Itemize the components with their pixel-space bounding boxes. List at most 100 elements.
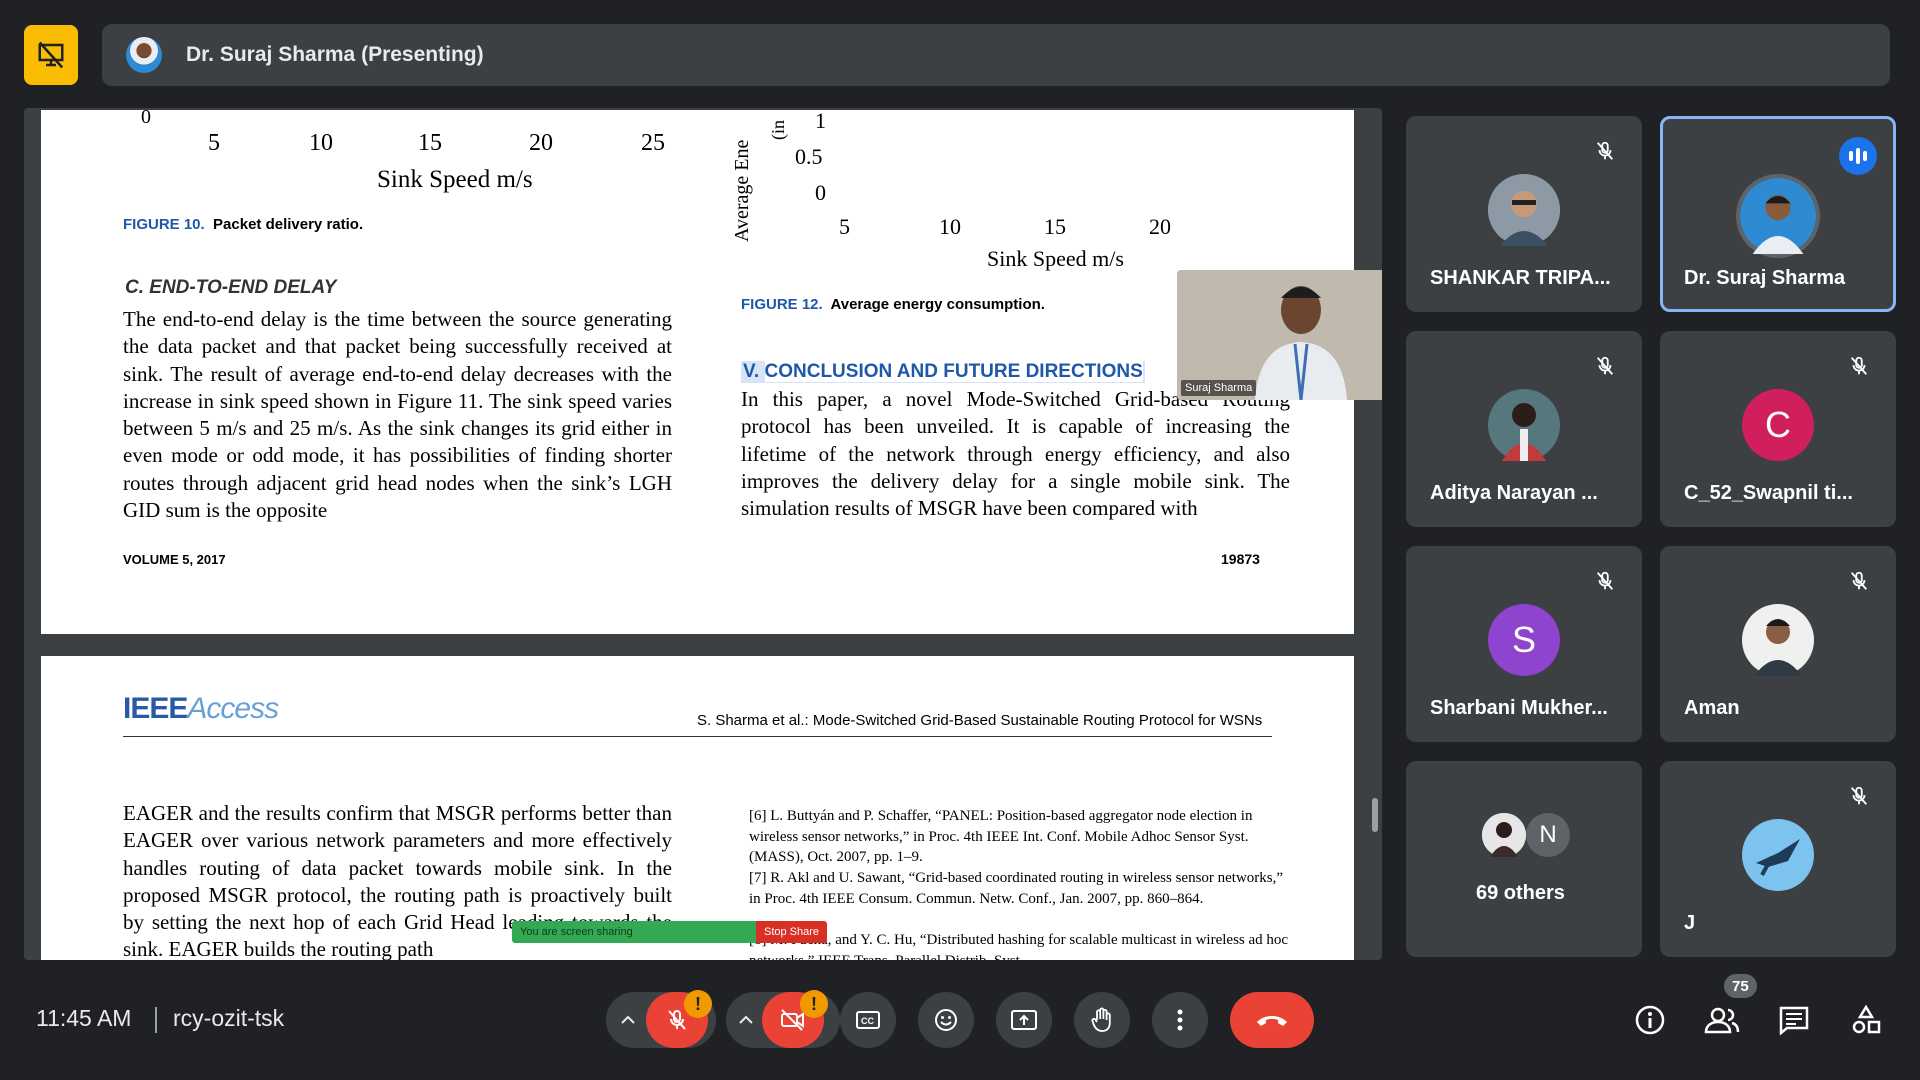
mic-off-icon	[1592, 353, 1618, 379]
meeting-code: rcy-ozit-tsk	[173, 1005, 285, 1031]
section-v-body: In this paper, a novel Mode-Switched Gri…	[741, 387, 1290, 521]
info-icon[interactable]	[1632, 1002, 1668, 1038]
figure-10-caption: FIGURE 10. Packet delivery ratio.	[123, 216, 364, 233]
captions-button[interactable]: CC	[840, 992, 896, 1048]
presenter-banner: Dr. Suraj Sharma (Presenting)	[102, 24, 1890, 86]
hand-icon	[1091, 1007, 1111, 1032]
avatar	[1736, 174, 1820, 258]
participant-tile[interactable]: S Sharbani Mukher...	[1406, 546, 1642, 742]
section-c-body: The end-to-end delay is the time between…	[123, 307, 672, 523]
emoji-button[interactable]	[918, 992, 974, 1048]
end-call-button[interactable]	[1230, 992, 1314, 1048]
right-xtick-20: 20	[1149, 214, 1171, 239]
right-axis-ylabel: Average Ene	[731, 139, 753, 242]
left-axis-label: Sink Speed m/s	[377, 166, 533, 193]
meeting-time: 11:45 AM	[36, 1005, 132, 1031]
volume-label: VOLUME 5, 2017	[123, 552, 226, 567]
right-ytick-05: 0.5	[795, 144, 823, 169]
journal-logo: IEEEAccess	[123, 692, 279, 725]
avatar	[1488, 389, 1560, 461]
participant-tile[interactable]: J	[1660, 761, 1896, 957]
camera-warning-badge: !	[800, 990, 828, 1018]
participant-name: Aditya Narayan ...	[1430, 482, 1598, 504]
participant-name: Aman	[1684, 697, 1740, 719]
right-axis-unit: (in	[768, 120, 788, 140]
people-count-badge: 75	[1724, 974, 1757, 998]
mic-off-icon	[1592, 568, 1618, 594]
right-xtick-5: 5	[839, 214, 850, 239]
reference-8: [8] M. Pucha, and Y. C. Hu, “Distributed…	[749, 932, 1289, 960]
speaking-indicator-icon	[1839, 137, 1877, 175]
raise-hand-button[interactable]	[1074, 992, 1130, 1048]
more-vert-icon	[1177, 1009, 1183, 1031]
presenter-self-view: Suraj Sharma	[1177, 270, 1382, 400]
right-xtick-10: 10	[939, 214, 961, 239]
right-ytick-0: 0	[815, 180, 826, 205]
call-end-icon	[1257, 1016, 1287, 1026]
header-rule	[123, 736, 1272, 737]
chevron-up-icon[interactable]	[610, 995, 646, 1045]
presentation-off-icon[interactable]	[24, 25, 78, 85]
document-page-1: 0 5 10 15 20 25 Sink Speed m/s FIGURE 10…	[41, 108, 1354, 634]
participant-tile[interactable]: Dr. Suraj Sharma	[1660, 116, 1896, 312]
participant-tile-others[interactable]: N 69 others	[1406, 761, 1642, 957]
closed-caption-icon: CC	[856, 1011, 880, 1029]
avatar: C	[1742, 389, 1814, 461]
left-tick-15: 15	[418, 130, 442, 156]
mic-off-icon	[1846, 568, 1872, 594]
left-tick-10: 10	[309, 130, 333, 156]
left-tick-0: 0	[141, 108, 151, 128]
right-axis-label: Sink Speed m/s	[987, 246, 1124, 271]
mic-off-icon	[1592, 138, 1618, 164]
right-xtick-15: 15	[1044, 214, 1066, 239]
mic-warning-badge: !	[684, 990, 712, 1018]
right-ytick-1: 1	[815, 108, 826, 133]
presenter-name: Dr. Suraj Sharma (Presenting)	[186, 43, 484, 66]
emoji-icon	[935, 1009, 957, 1031]
present-screen-button[interactable]	[996, 992, 1052, 1048]
participant-tile[interactable]: SHANKAR TRIPA...	[1406, 116, 1642, 312]
section-c-heading: C. END-TO-END DELAY	[125, 277, 337, 298]
mic-off-icon	[1846, 353, 1872, 379]
section-v-heading: V. CONCLUSION AND FUTURE DIRECTIONS	[741, 361, 1145, 383]
chat-icon[interactable]	[1776, 1002, 1812, 1038]
avatar: N	[1526, 813, 1570, 857]
screen-share-notice: You are screen sharing	[512, 921, 756, 943]
activities-icon[interactable]	[1848, 1002, 1884, 1038]
left-tick-20: 20	[529, 130, 553, 156]
stop-share-button[interactable]: Stop Share	[756, 921, 828, 943]
reference-7: [7] R. Akl and U. Sawant, “Grid-based co…	[749, 870, 1284, 907]
chevron-up-icon[interactable]	[728, 995, 764, 1045]
participant-name: SHANKAR TRIPA...	[1430, 267, 1611, 289]
avatar	[1482, 813, 1526, 857]
participant-tile[interactable]: Aditya Narayan ...	[1406, 331, 1642, 527]
mic-off-icon	[1846, 783, 1872, 809]
avatar	[1488, 174, 1560, 246]
people-icon[interactable]	[1704, 1002, 1740, 1038]
more-options-button[interactable]	[1152, 992, 1208, 1048]
participant-name: C_52_Swapnil ti...	[1684, 482, 1853, 504]
page-number: 19873	[1221, 551, 1260, 567]
document-scrollbar[interactable]	[1372, 798, 1378, 832]
left-tick-5: 5	[208, 130, 220, 156]
participant-name: 69 others	[1476, 882, 1565, 904]
screen-share-bar: You are screen sharing Stop Share	[512, 921, 828, 943]
participant-name: Dr. Suraj Sharma	[1684, 267, 1846, 289]
figure-12-caption: FIGURE 12. Average energy consumption.	[741, 296, 1045, 313]
avatar: S	[1488, 604, 1560, 676]
reference-6: [6] L. Buttyán and P. Schaffer, “PANEL: …	[749, 808, 1253, 865]
participant-tile[interactable]: C C_52_Swapnil ti...	[1660, 331, 1896, 527]
avatar	[1742, 604, 1814, 676]
document-page-2: IEEEAccess S. Sharma et al.: Mode-Switch…	[41, 656, 1354, 960]
left-tick-25: 25	[641, 130, 665, 156]
participant-name: J	[1684, 912, 1696, 934]
shared-screen: 0 5 10 15 20 25 Sink Speed m/s FIGURE 10…	[24, 108, 1382, 960]
running-head: S. Sharma et al.: Mode-Switched Grid-Bas…	[697, 712, 1263, 729]
presenter-avatar	[126, 37, 162, 73]
present-screen-icon	[1011, 1010, 1037, 1030]
svg-text:CC: CC	[861, 1016, 874, 1026]
self-view-label: Suraj Sharma	[1181, 380, 1257, 396]
divider	[155, 1007, 157, 1033]
participant-tile[interactable]: Aman	[1660, 546, 1896, 742]
avatar	[1742, 819, 1814, 891]
